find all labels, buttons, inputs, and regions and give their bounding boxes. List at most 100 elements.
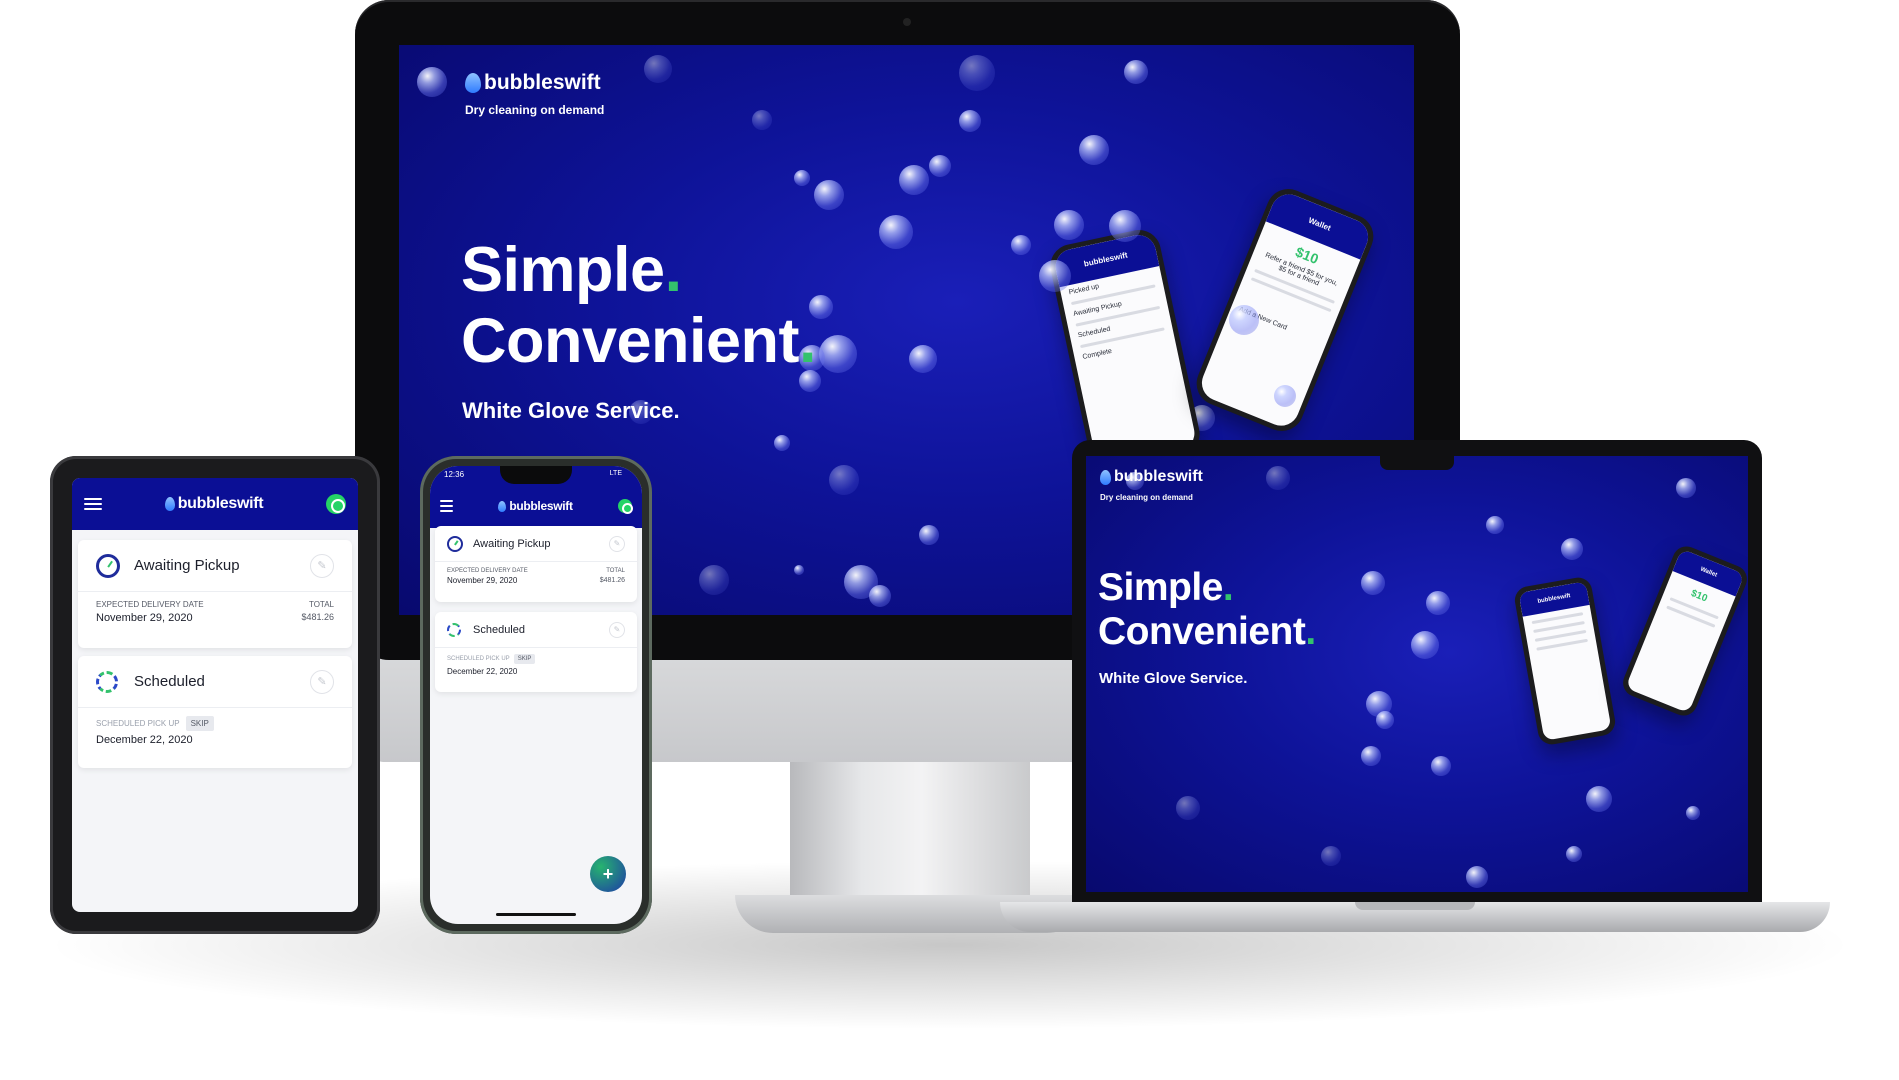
date-label: EXPECTED DELIVERY DATE (447, 568, 528, 574)
brand-tagline: Dry cleaning on demand (465, 103, 605, 117)
laptop-notch (1380, 456, 1454, 470)
laptop-device: bubbleswift Dry cleaning on demand Simpl… (1000, 440, 1830, 940)
add-order-button[interactable]: + (590, 856, 626, 892)
bubble-decoration (899, 165, 929, 195)
bubble-decoration (1229, 305, 1259, 335)
brand-name: bubbleswift (177, 495, 264, 512)
pencil-icon[interactable]: ✎ (310, 553, 334, 578)
bubble-decoration (929, 155, 951, 177)
order-total: $481.26 (301, 612, 334, 622)
total-label: TOTAL (308, 600, 334, 609)
plus-icon: + (602, 863, 614, 884)
bubble-decoration (959, 55, 995, 91)
hero-subtitle: White Glove Service. (462, 398, 680, 423)
mini-phone-screen: bubbleswift (1518, 581, 1612, 741)
order-status: Scheduled (134, 673, 205, 690)
hamburger-icon[interactable] (84, 498, 102, 510)
hamburger-icon[interactable] (440, 500, 453, 512)
headline-line-1: Simple (1098, 566, 1223, 609)
mini-phone-wallet: Wallet $10 (1618, 542, 1748, 720)
app-brand: bubbleswift (164, 495, 264, 513)
headline-line-2: Convenient (1098, 609, 1306, 653)
bubble-decoration (1376, 711, 1394, 729)
mini-phone-screen: bubbleswift Picked up Awaiting Pickup Sc… (1052, 231, 1198, 469)
order-date: November 29, 2020 (96, 612, 193, 624)
mini-phone-orders: bubbleswift (1512, 575, 1618, 747)
total-label: TOTAL (606, 568, 625, 574)
brand-name: bubbleswift (1114, 468, 1203, 485)
mini-phone-orders: bubbleswift Picked up Awaiting Pickup Sc… (1046, 225, 1204, 475)
headline-line-2: Convenient (461, 305, 800, 376)
bubble-logo-icon (1100, 469, 1111, 485)
headline-dot: . (1222, 566, 1234, 609)
bubble-decoration (909, 345, 937, 373)
phone-notch (500, 466, 572, 484)
skip-button[interactable]: SKIP (185, 716, 214, 731)
bubble-decoration (1109, 210, 1141, 242)
bubble-decoration (1586, 786, 1612, 812)
tablet-screen: bubbleswift Awaiting Pickup ✎ EXPECTED D… (72, 478, 358, 912)
bubble-decoration (1079, 135, 1109, 165)
bubble-decoration (1274, 385, 1296, 407)
home-indicator (496, 913, 576, 916)
order-card-awaiting[interactable]: Awaiting Pickup ✎ EXPECTED DELIVERY DATE… (78, 540, 352, 648)
bubble-logo-icon (164, 497, 175, 511)
bubble-decoration (1486, 516, 1504, 534)
headline-dot: . (1305, 609, 1316, 653)
bubble-decoration (794, 170, 810, 186)
order-details: SCHEDULED PICK UP SKIP December 22, 2020 (435, 648, 637, 682)
pencil-icon[interactable]: ✎ (609, 535, 625, 552)
order-card-scheduled[interactable]: Scheduled ✎ SCHEDULED PICK UP SKIP Decem… (435, 612, 637, 692)
date-label: SCHEDULED PICK UP (447, 656, 510, 662)
bubble-decoration (1411, 631, 1439, 659)
bubble-decoration (1466, 866, 1488, 888)
bubble-decoration (1686, 806, 1700, 820)
bubble-decoration (1676, 478, 1696, 498)
bubble-decoration (919, 525, 939, 545)
laptop-groove (1355, 902, 1475, 910)
brand-name: bubbleswift (509, 499, 573, 513)
pencil-icon[interactable]: ✎ (609, 621, 625, 638)
clock-icon (447, 535, 463, 552)
bubble-decoration (1266, 466, 1290, 490)
bubble-decoration (814, 180, 844, 210)
skip-button[interactable]: SKIP (513, 654, 536, 664)
date-label: SCHEDULED PICK UP (96, 719, 180, 728)
app-header: bubbleswift (72, 478, 358, 530)
refresh-icon (447, 622, 461, 637)
whatsapp-icon[interactable] (326, 494, 346, 514)
pencil-icon[interactable]: ✎ (310, 669, 334, 694)
bubble-decoration (869, 585, 891, 607)
hero-headline: Simple. Convenient. (461, 235, 817, 376)
bubble-decoration (1011, 235, 1031, 255)
order-details: EXPECTED DELIVERY DATE November 29, 2020… (78, 592, 352, 632)
bubble-decoration (819, 335, 857, 373)
order-status-row: Awaiting Pickup ✎ (435, 526, 637, 562)
bubble-decoration (774, 435, 790, 451)
bubble-decoration (417, 67, 447, 97)
bubble-decoration (794, 565, 804, 575)
whatsapp-icon[interactable] (618, 499, 633, 514)
order-date: November 29, 2020 (447, 576, 518, 585)
mini-line (1536, 638, 1589, 651)
bubble-decoration (1176, 796, 1200, 820)
order-details: EXPECTED DELIVERY DATE November 29, 2020… (435, 562, 637, 591)
date-label: EXPECTED DELIVERY DATE (96, 600, 204, 609)
mini-phone-header: bubbleswift (1518, 581, 1590, 617)
bubble-decoration (879, 215, 913, 249)
hero-brand: bubbleswift (1100, 468, 1203, 486)
order-total: $481.26 (599, 577, 625, 584)
refresh-icon (96, 670, 118, 693)
bubble-decoration (699, 565, 729, 595)
order-date: December 22, 2020 (447, 667, 518, 676)
order-card-awaiting[interactable]: Awaiting Pickup ✎ EXPECTED DELIVERY DATE… (435, 526, 637, 602)
bubble-decoration (752, 110, 772, 130)
bubble-decoration (1426, 591, 1450, 615)
order-status-row: Awaiting Pickup ✎ (78, 540, 352, 592)
bubble-decoration (1124, 60, 1148, 84)
order-card-scheduled[interactable]: Scheduled ✎ SCHEDULED PICK UP SKIP Decem… (78, 656, 352, 768)
order-status: Awaiting Pickup (473, 537, 551, 550)
hero-subtitle: White Glove Service. (1099, 670, 1248, 687)
order-status: Awaiting Pickup (134, 557, 240, 574)
bubble-decoration (1321, 846, 1341, 866)
